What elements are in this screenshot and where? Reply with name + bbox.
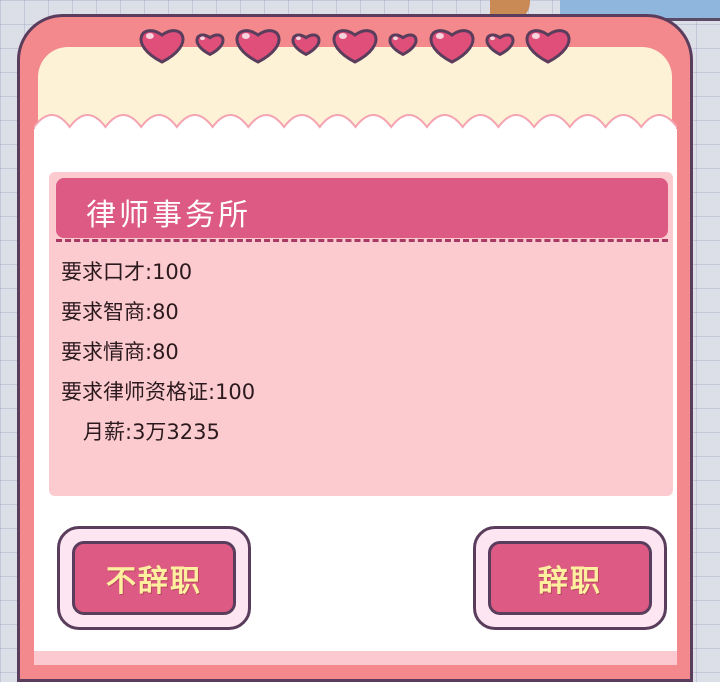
job-info-panel: 律师事务所 要求口才:100 要求智商:80 要求情商:80 要求律师资格证:1… (49, 172, 673, 496)
hearts-decoration (139, 29, 571, 64)
quit-button-face[interactable]: 辞职 (488, 541, 652, 615)
monthly-salary: 月薪:3万3235 (83, 420, 220, 444)
heart-highlight (296, 36, 301, 41)
stay-button-label: 不辞职 (106, 564, 202, 599)
requirement-lawyer-license: 要求律师资格证:100 (61, 380, 256, 404)
title-divider (56, 239, 668, 242)
heart-highlight (338, 33, 347, 39)
requirement-eloquence: 要求口才:100 (61, 260, 193, 284)
job-title-bar: 律师事务所 (56, 178, 668, 238)
heart-highlight (490, 36, 495, 41)
quit-button[interactable]: 辞职 (473, 526, 667, 630)
heart-highlight (531, 33, 540, 39)
heart-highlight (435, 33, 444, 39)
requirement-eq: 要求情商:80 (61, 340, 179, 364)
heart-highlight (241, 33, 250, 39)
stay-button-face[interactable]: 不辞职 (72, 541, 236, 615)
heart-highlight (145, 33, 154, 39)
requirements-list: 要求口才:100 要求智商:80 要求情商:80 要求律师资格证:100 (61, 256, 255, 416)
heart-highlight (200, 36, 205, 41)
dialog-bottom-strip (34, 651, 677, 665)
heart-highlight (393, 36, 398, 41)
job-title: 律师事务所 (86, 198, 251, 233)
stay-button[interactable]: 不辞职 (57, 526, 251, 630)
quit-button-label: 辞职 (538, 564, 602, 599)
requirement-iq: 要求智商:80 (61, 300, 179, 324)
